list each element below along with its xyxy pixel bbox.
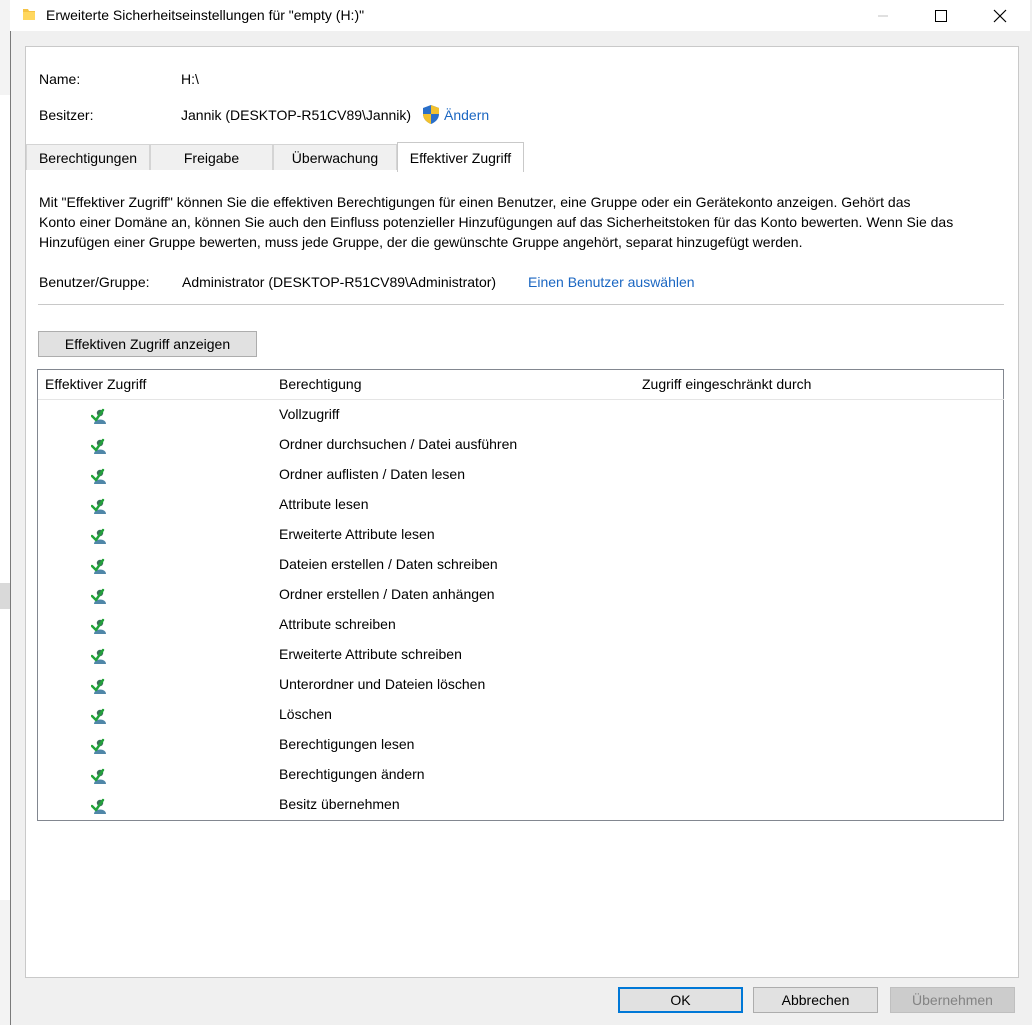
close-button[interactable] xyxy=(977,0,1023,31)
tab-ueberwachung[interactable]: Überwachung xyxy=(273,144,397,170)
column-header-limited-by[interactable]: Zugriff eingeschränkt durch xyxy=(642,376,811,392)
table-row[interactable] xyxy=(38,522,1003,550)
table-row[interactable] xyxy=(38,732,1003,760)
maximize-icon xyxy=(935,9,947,22)
cancel-button[interactable]: Abbrechen xyxy=(753,987,878,1013)
permission-label: Ordner erstellen / Daten anhängen xyxy=(279,586,495,602)
permission-label: Erweiterte Attribute schreiben xyxy=(279,646,462,662)
table-row[interactable] xyxy=(38,552,1003,580)
minimize-button[interactable] xyxy=(860,0,906,31)
check-user-icon xyxy=(91,678,106,694)
permission-label: Besitz übernehmen xyxy=(279,796,400,812)
permission-label: Berechtigungen ändern xyxy=(279,766,425,782)
uac-shield-icon xyxy=(423,105,439,124)
permission-label: Attribute lesen xyxy=(279,496,369,512)
window-title: Erweiterte Sicherheitseinstellungen für … xyxy=(46,7,365,23)
header-divider xyxy=(38,399,1004,400)
table-row[interactable] xyxy=(38,462,1003,490)
check-user-icon xyxy=(91,588,106,604)
table-row[interactable] xyxy=(38,762,1003,790)
check-user-icon xyxy=(91,618,106,634)
check-user-icon xyxy=(91,408,106,424)
check-user-icon xyxy=(91,498,106,514)
check-user-icon xyxy=(91,798,106,814)
minimize-icon xyxy=(878,15,888,16)
column-header-effective-access[interactable]: Effektiver Zugriff xyxy=(45,376,146,392)
permission-label: Vollzugriff xyxy=(279,406,340,422)
user-group-value: Administrator (DESKTOP-R51CV89\Administr… xyxy=(182,274,497,290)
table-row[interactable] xyxy=(38,702,1003,730)
permission-label: Dateien erstellen / Daten schreiben xyxy=(279,556,498,572)
check-user-icon xyxy=(91,558,106,574)
name-value: H:\ xyxy=(181,71,199,87)
apply-button[interactable]: Übernehmen xyxy=(890,987,1015,1013)
table-row[interactable] xyxy=(38,642,1003,670)
permission-label: Löschen xyxy=(279,706,332,722)
owner-label: Besitzer: xyxy=(39,107,94,123)
permission-label: Ordner durchsuchen / Datei ausführen xyxy=(279,436,518,452)
check-user-icon xyxy=(91,648,106,664)
close-icon xyxy=(993,9,1007,22)
permission-label: Ordner auflisten / Daten lesen xyxy=(279,466,465,482)
permission-label: Unterordner und Dateien löschen xyxy=(279,676,486,692)
maximize-button[interactable] xyxy=(918,0,964,31)
tab-berechtigungen[interactable]: Berechtigungen xyxy=(26,144,150,170)
separator xyxy=(38,304,1004,305)
permission-label: Attribute schreiben xyxy=(279,616,396,632)
check-user-icon xyxy=(91,438,106,454)
description-line-2: Konto einer Domäne an, können Sie auch d… xyxy=(39,214,954,230)
column-header-permission[interactable]: Berechtigung xyxy=(279,376,362,392)
permission-label: Berechtigungen lesen xyxy=(279,736,415,752)
folder-icon xyxy=(23,9,35,20)
table-row[interactable] xyxy=(38,612,1003,640)
table-row[interactable] xyxy=(38,582,1003,610)
check-user-icon xyxy=(91,468,106,484)
tab-freigabe[interactable]: Freigabe xyxy=(150,144,273,170)
check-user-icon xyxy=(91,738,106,754)
description-line-1: Mit "Effektiver Zugriff" können Sie die … xyxy=(39,194,911,210)
check-user-icon xyxy=(91,768,106,784)
permission-label: Erweiterte Attribute lesen xyxy=(279,526,435,542)
table-row[interactable] xyxy=(38,432,1003,460)
name-label: Name: xyxy=(39,71,81,87)
select-user-link[interactable]: Einen Benutzer auswählen xyxy=(528,274,695,290)
change-owner-link[interactable]: Ändern xyxy=(444,107,489,123)
table-row[interactable] xyxy=(38,672,1003,700)
check-user-icon xyxy=(91,708,106,724)
ok-button[interactable]: OK xyxy=(618,987,743,1013)
table-row[interactable] xyxy=(38,402,1003,430)
user-group-label: Benutzer/Gruppe: xyxy=(39,274,150,290)
table-row[interactable] xyxy=(38,792,1003,820)
show-effective-access-button[interactable]: Effektiven Zugriff anzeigen xyxy=(38,331,257,357)
description-line-3: Hinzufügen einer Gruppe bewerten, muss j… xyxy=(39,234,803,250)
tab-effektiver-zugriff[interactable]: Effektiver Zugriff xyxy=(397,142,524,172)
check-user-icon xyxy=(91,528,106,544)
table-row[interactable] xyxy=(38,492,1003,520)
owner-value: Jannik (DESKTOP-R51CV89\Jannik) xyxy=(181,107,412,123)
